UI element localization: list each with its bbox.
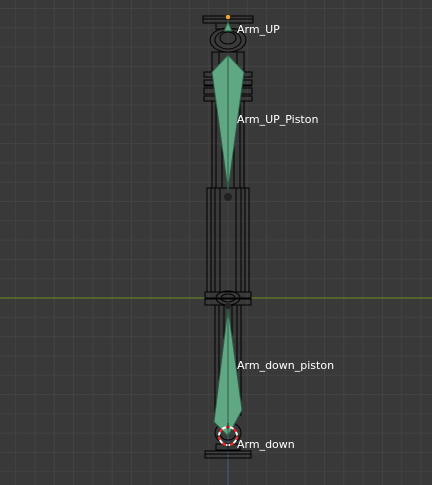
object-origin-icon <box>225 14 231 20</box>
bone-head-dot <box>225 303 231 309</box>
bone-head-dot <box>224 193 232 201</box>
bone-label-arm-up-piston: Arm_UP_Piston <box>237 113 318 126</box>
3d-viewport[interactable]: Arm_UP Arm_UP_Piston Arm_down_piston Arm… <box>0 0 432 485</box>
bone-label-arm-up: Arm_UP <box>237 23 280 36</box>
bone-label-arm-down: Arm_down <box>237 438 295 451</box>
bone-label-arm-down-piston: Arm_down_piston <box>237 359 334 372</box>
viewport-canvas[interactable]: Arm_UP Arm_UP_Piston Arm_down_piston Arm… <box>0 0 432 485</box>
